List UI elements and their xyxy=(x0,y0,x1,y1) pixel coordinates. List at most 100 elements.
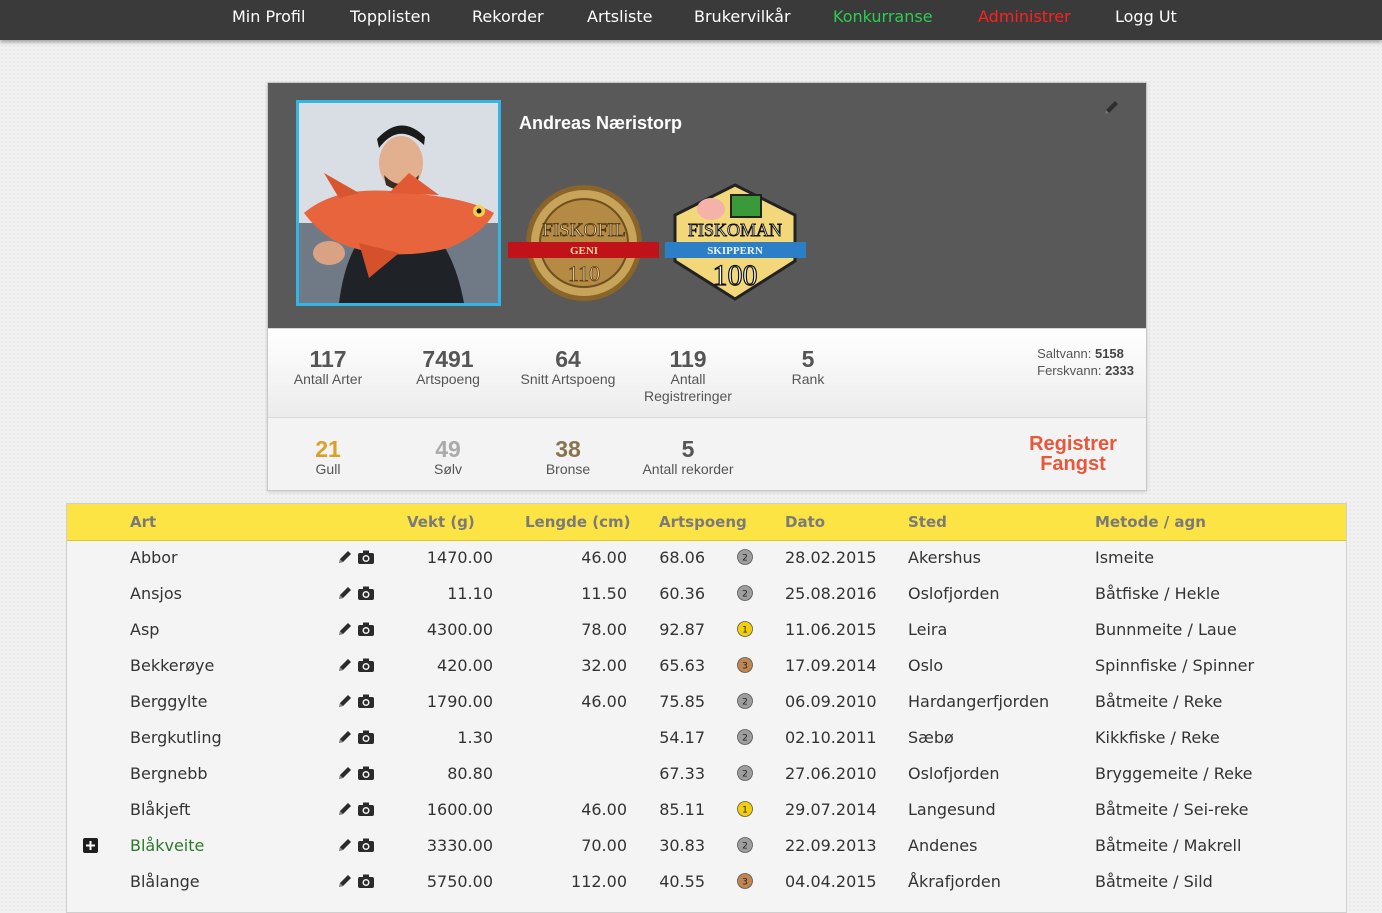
camera-icon[interactable] xyxy=(357,873,375,889)
table-row[interactable]: Bergkutling 1.30 54.17 2 02.10.2011 Sæbø Kikkf… xyxy=(67,720,1346,756)
nav-topplisten[interactable]: Topplisten xyxy=(350,7,431,26)
cell-art[interactable]: Blåkveite xyxy=(130,836,204,855)
cell-method: Ismeite xyxy=(1095,548,1155,567)
cell-art[interactable]: Abbor xyxy=(130,548,178,567)
pencil-icon[interactable] xyxy=(337,585,353,601)
medal-value: 5 xyxy=(681,436,695,462)
cell-place: Akershus xyxy=(908,548,982,567)
cell-art[interactable]: Bergnebb xyxy=(130,764,208,783)
cell-weight: 1600.00 xyxy=(426,800,493,819)
pencil-icon[interactable] xyxy=(337,801,353,817)
cell-weight: 1470.00 xyxy=(426,548,493,567)
row-tools xyxy=(337,873,375,892)
camera-icon[interactable] xyxy=(357,801,375,817)
cell-score: 40.55 xyxy=(659,872,705,891)
pencil-icon[interactable] xyxy=(337,549,353,565)
camera-icon[interactable] xyxy=(357,765,375,781)
cell-date: 27.06.2010 xyxy=(785,764,877,783)
table-row[interactable]: Blåkveite 3330.00 70.00 30.83 2 22.09.2013 And… xyxy=(67,828,1346,864)
pencil-icon[interactable] xyxy=(337,693,353,709)
cell-date: 29.07.2014 xyxy=(785,800,877,819)
medal-stats: 21 Gull 49 Sølv 38 Bronse 5 Antall rekor… xyxy=(268,418,1146,490)
cell-length: 70.00 xyxy=(581,836,627,855)
medal-rank-icon: 1 xyxy=(737,621,753,637)
medal-value: 21 xyxy=(315,436,341,462)
pencil-icon[interactable] xyxy=(337,729,353,745)
table-row[interactable]: Asp 4300.00 78.00 92.87 1 11.06.2015 Leira Bunn… xyxy=(67,612,1346,648)
nav-konkurranse[interactable]: Konkurranse xyxy=(833,7,933,26)
cell-art[interactable]: Ansjos xyxy=(130,584,182,603)
nav-brukervilkar[interactable]: Brukervilkår xyxy=(694,7,791,26)
row-tools xyxy=(337,801,375,820)
stat-value: 119 xyxy=(669,346,707,372)
cell-date: 28.02.2015 xyxy=(785,548,877,567)
stat-label: Snitt Artspoeng xyxy=(520,371,616,387)
top-navigation: Min Profil Topplisten Rekorder Artsliste… xyxy=(0,0,1382,40)
header-weight[interactable]: Vekt (g) xyxy=(407,513,475,531)
header-score[interactable]: Artspoeng xyxy=(659,513,747,531)
table-row[interactable]: Bergnebb 80.80 67.33 2 27.06.2010 Oslofjorden… xyxy=(67,756,1346,792)
camera-icon[interactable] xyxy=(357,657,375,673)
cell-art[interactable]: Bergkutling xyxy=(130,728,222,747)
fiskofil-badge: FISKOFIL GENI 110 xyxy=(508,185,659,301)
cell-art[interactable]: Berggylte xyxy=(130,692,207,711)
badge-2-ribbon: SKIPPERN xyxy=(707,245,763,257)
row-tools xyxy=(337,765,375,784)
pencil-icon[interactable] xyxy=(337,621,353,637)
register-catch-button[interactable]: Registrer Fangst xyxy=(1013,434,1133,474)
cell-weight: 4300.00 xyxy=(426,620,493,639)
camera-icon[interactable] xyxy=(357,585,375,601)
header-art[interactable]: Art xyxy=(130,513,156,531)
cell-method: Båtmeite / Sei-reke xyxy=(1095,800,1249,819)
table-row[interactable]: Ansjos 11.10 11.50 60.36 2 25.08.2016 Oslofjor… xyxy=(67,576,1346,612)
cell-art[interactable]: Blålange xyxy=(130,872,200,891)
cell-date: 25.08.2016 xyxy=(785,584,877,603)
cell-art[interactable]: Bekkerøye xyxy=(130,656,214,675)
camera-icon[interactable] xyxy=(357,549,375,565)
profile-header: Andreas Næristorp FISKOFIL GENI 110 FISK… xyxy=(268,83,1146,328)
badge-1-number: 110 xyxy=(568,261,600,286)
header-place[interactable]: Sted xyxy=(908,513,947,531)
nav-rekorder[interactable]: Rekorder xyxy=(472,7,544,26)
header-length[interactable]: Lengde (cm) xyxy=(525,513,631,531)
stat-snitt-artspoeng: 64 Snitt Artspoeng xyxy=(508,347,628,388)
camera-icon[interactable] xyxy=(357,621,375,637)
cell-method: Bunnmeite / Laue xyxy=(1095,620,1237,639)
cell-score: 30.83 xyxy=(659,836,705,855)
cell-art[interactable]: Asp xyxy=(130,620,159,639)
nav-logg-ut[interactable]: Logg Ut xyxy=(1115,7,1177,26)
pencil-icon[interactable] xyxy=(337,765,353,781)
cell-score: 85.11 xyxy=(659,800,705,819)
pencil-icon[interactable] xyxy=(337,657,353,673)
table-row[interactable]: Blåkjeft 1600.00 46.00 85.11 1 29.07.2014 Lang… xyxy=(67,792,1346,828)
stat-rank: 5 Rank xyxy=(748,347,868,388)
water-summary: Saltvann: 5158 Ferskvann: 2333 xyxy=(1037,345,1134,379)
header-method[interactable]: Metode / agn xyxy=(1095,513,1206,531)
expand-plus-icon[interactable] xyxy=(83,838,98,853)
medal-rank-number: 2 xyxy=(742,770,748,780)
medal-value: 38 xyxy=(555,436,581,462)
table-row[interactable]: Berggylte 1790.00 46.00 75.85 2 06.09.2010 Har… xyxy=(67,684,1346,720)
table-row[interactable]: Abbor 1470.00 46.00 68.06 2 28.02.2015 Akershu… xyxy=(67,540,1346,576)
row-tools xyxy=(337,693,375,712)
camera-icon[interactable] xyxy=(357,729,375,745)
camera-icon[interactable] xyxy=(357,693,375,709)
cell-art[interactable]: Blåkjeft xyxy=(130,800,190,819)
nav-min-profil[interactable]: Min Profil xyxy=(232,7,305,26)
header-date[interactable]: Dato xyxy=(785,513,825,531)
cell-place: Andenes xyxy=(908,836,978,855)
medal-rank-icon: 3 xyxy=(737,873,753,889)
nav-artsliste[interactable]: Artsliste xyxy=(587,7,652,26)
table-row[interactable]: Blålange 5750.00 112.00 40.55 3 04.04.2015 Åkr… xyxy=(67,864,1346,900)
pencil-icon[interactable] xyxy=(337,837,353,853)
medal-rank-icon: 2 xyxy=(737,729,753,745)
nav-administrer[interactable]: Administrer xyxy=(978,7,1071,26)
medal-label: Sølv xyxy=(434,461,462,477)
camera-icon[interactable] xyxy=(357,837,375,853)
table-row[interactable]: Bekkerøye 420.00 32.00 65.63 3 17.09.2014 Oslo… xyxy=(67,648,1346,684)
medal-bronse: 38 Bronse xyxy=(508,437,628,478)
cell-method: Båtmeite / Sild xyxy=(1095,872,1213,891)
pencil-icon[interactable] xyxy=(337,873,353,889)
cell-weight: 420.00 xyxy=(437,656,493,675)
pencil-icon[interactable] xyxy=(1102,99,1120,117)
